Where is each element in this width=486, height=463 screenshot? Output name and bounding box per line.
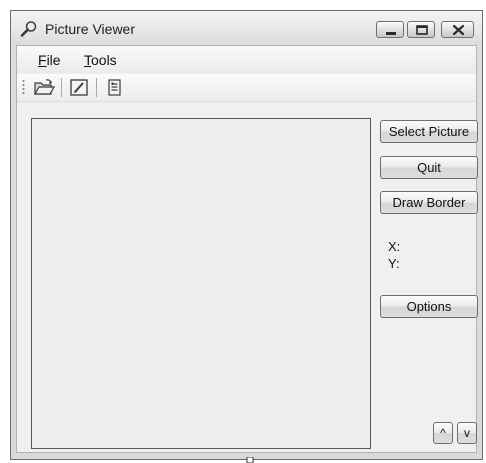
x-coordinate-label: X: [388,239,401,254]
up-button[interactable]: ^ [433,422,453,444]
toolbar [17,74,476,102]
toolbar-separator [61,78,62,97]
menu-tools[interactable]: Tools [84,52,117,68]
menu-bar: File Tools [17,46,476,73]
menu-file[interactable]: File [38,52,61,68]
toolbar-draw-border-button[interactable] [68,77,90,98]
open-folder-icon [33,79,55,95]
toolbar-separator [96,78,97,97]
minimize-icon [386,32,396,35]
close-button[interactable] [441,21,474,38]
resize-handle-icon[interactable] [246,457,254,463]
menu-file-label: ile [46,52,61,68]
title-bar[interactable]: Picture Viewer [11,11,482,45]
menu-tools-label: ools [91,52,117,68]
quit-button[interactable]: Quit [380,156,478,179]
minimize-button[interactable] [376,21,404,38]
toolbar-options-button[interactable] [103,77,125,98]
toolbar-grip-icon[interactable] [22,79,25,96]
select-picture-button[interactable]: Select Picture [380,120,478,143]
maximize-icon [416,25,428,35]
maximize-button[interactable] [407,21,435,38]
draw-border-button[interactable]: Draw Border [380,191,478,214]
y-coordinate-label: Y: [388,256,400,271]
menu-tools-mnemonic: T [84,52,91,68]
close-icon [452,24,465,36]
menu-file-mnemonic: F [38,52,47,68]
window-title: Picture Viewer [45,21,136,37]
toolbar-open-button[interactable] [33,77,55,98]
options-button[interactable]: Options [380,295,478,318]
client-area: File Tools Select Picture Quit Draw Bord… [16,45,478,453]
options-icon [108,79,121,96]
magnifier-icon [20,20,38,38]
picture-box[interactable] [31,118,371,449]
down-button[interactable]: v [457,422,477,444]
picture-viewer-window: Picture Viewer File Tools Select Picture… [10,10,483,460]
draw-border-icon [70,79,88,96]
